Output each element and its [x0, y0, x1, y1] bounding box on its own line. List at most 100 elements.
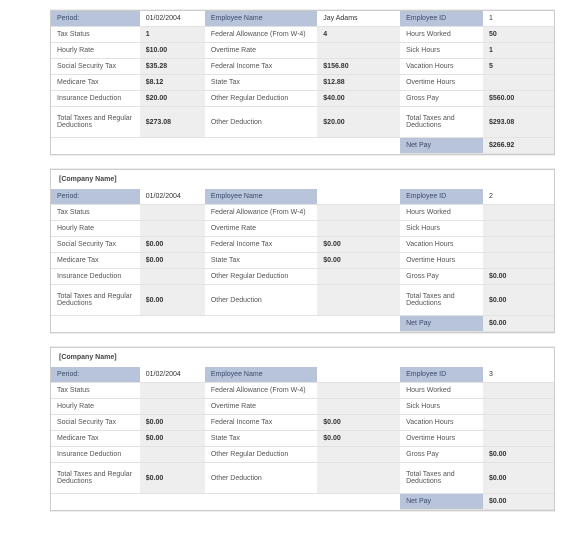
table-row: Medicare Tax $0.00 State Tax $0.00 Overt… — [51, 253, 554, 269]
overtime-rate-label: Overtime Rate — [205, 399, 317, 415]
overtime-hours-value — [483, 431, 554, 447]
fed-income-tax-value: $156.80 — [317, 59, 400, 75]
ins-deduct-label: Insurance Deduction — [51, 91, 140, 107]
table-row: Net Pay $0.00 — [51, 494, 554, 510]
pay-stub-table: Period: 01/02/2004 Employee Name Jay Ada… — [51, 11, 554, 154]
table-row: Total Taxes and Regular Deductions $273.… — [51, 107, 554, 138]
vacation-hours-value — [483, 415, 554, 431]
hours-worked-value — [483, 383, 554, 399]
medicare-tax-label: Medicare Tax — [51, 253, 140, 269]
overtime-rate-value — [317, 399, 400, 415]
table-row: Insurance Deduction $20.00 Other Regular… — [51, 91, 554, 107]
hourly-rate-value — [140, 221, 205, 237]
overtime-rate-value — [317, 221, 400, 237]
gross-pay-label: Gross Pay — [400, 91, 483, 107]
other-deduct-value — [317, 463, 400, 494]
fed-income-tax-label: Federal Income Tax — [205, 59, 317, 75]
tax-status-value — [140, 383, 205, 399]
employee-name-value — [317, 189, 400, 205]
fed-allow-value: 4 — [317, 27, 400, 43]
table-row: Tax Status Federal Allowance (From W-4) … — [51, 383, 554, 399]
state-tax-value: $0.00 — [317, 253, 400, 269]
period-label: Period: — [51, 367, 140, 383]
employee-name-label: Employee Name — [205, 367, 317, 383]
other-deduct-label: Other Deduction — [205, 107, 317, 138]
overtime-rate-value — [317, 43, 400, 59]
fed-allow-label: Federal Allowance (From W-4) — [205, 27, 317, 43]
ss-tax-value: $0.00 — [140, 237, 205, 253]
sick-hours-value — [483, 399, 554, 415]
gross-pay-value: $560.00 — [483, 91, 554, 107]
vacation-hours-value: 5 — [483, 59, 554, 75]
table-row: Medicare Tax $8.12 State Tax $12.88 Over… — [51, 75, 554, 91]
state-tax-value: $0.00 — [317, 431, 400, 447]
other-deduct-value: $20.00 — [317, 107, 400, 138]
vacation-hours-label: Vacation Hours — [400, 59, 483, 75]
other-reg-deduct-label: Other Regular Deduction — [205, 91, 317, 107]
state-tax-label: State Tax — [205, 431, 317, 447]
table-row: Net Pay $0.00 — [51, 316, 554, 332]
page: Period: 01/02/2004 Employee Name Jay Ada… — [0, 0, 585, 555]
employee-id-label: Employee ID — [400, 367, 483, 383]
pay-stub: [Company Name] Period: 01/02/2004 Employ… — [50, 347, 555, 511]
fed-income-tax-value: $0.00 — [317, 415, 400, 431]
total-tax-deduct2-label: Total Taxes and Deductions — [400, 463, 483, 494]
table-row: Period: 01/02/2004 Employee Name Jay Ada… — [51, 11, 554, 27]
pay-stub-table: Period: 01/02/2004 Employee Name Employe… — [51, 367, 554, 510]
spacer — [51, 138, 400, 154]
fed-income-tax-label: Federal Income Tax — [205, 415, 317, 431]
hourly-rate-value — [140, 399, 205, 415]
table-row: Medicare Tax $0.00 State Tax $0.00 Overt… — [51, 431, 554, 447]
other-reg-deduct-value: $40.00 — [317, 91, 400, 107]
state-tax-label: State Tax — [205, 253, 317, 269]
net-pay-label: Net Pay — [400, 316, 483, 332]
tax-status-value: 1 — [140, 27, 205, 43]
tax-status-value — [140, 205, 205, 221]
table-row: Hourly Rate Overtime Rate Sick Hours — [51, 221, 554, 237]
employee-id-value: 2 — [483, 189, 554, 205]
period-value: 01/02/2004 — [140, 11, 205, 27]
table-row: Social Security Tax $0.00 Federal Income… — [51, 237, 554, 253]
other-reg-deduct-value — [317, 269, 400, 285]
table-row: Period: 01/02/2004 Employee Name Employe… — [51, 189, 554, 205]
table-row: Insurance Deduction Other Regular Deduct… — [51, 447, 554, 463]
sick-hours-label: Sick Hours — [400, 221, 483, 237]
gross-pay-label: Gross Pay — [400, 269, 483, 285]
sick-hours-label: Sick Hours — [400, 399, 483, 415]
total-tax-deduct-label: Total Taxes and Regular Deductions — [51, 107, 140, 138]
period-value: 01/02/2004 — [140, 367, 205, 383]
state-tax-label: State Tax — [205, 75, 317, 91]
hourly-rate-value: $10.00 — [140, 43, 205, 59]
hours-worked-label: Hours Worked — [400, 205, 483, 221]
hours-worked-label: Hours Worked — [400, 27, 483, 43]
hours-worked-value: 50 — [483, 27, 554, 43]
period-label: Period: — [51, 11, 140, 27]
vacation-hours-label: Vacation Hours — [400, 237, 483, 253]
ss-tax-label: Social Security Tax — [51, 59, 140, 75]
table-row: Hourly Rate $10.00 Overtime Rate Sick Ho… — [51, 43, 554, 59]
employee-id-value: 1 — [483, 11, 554, 27]
employee-name-value: Jay Adams — [317, 11, 400, 27]
table-row: Social Security Tax $35.28 Federal Incom… — [51, 59, 554, 75]
fed-allow-value — [317, 383, 400, 399]
sick-hours-label: Sick Hours — [400, 43, 483, 59]
period-label: Period: — [51, 189, 140, 205]
ins-deduct-label: Insurance Deduction — [51, 447, 140, 463]
sick-hours-value — [483, 221, 554, 237]
overtime-hours-label: Overtime Hours — [400, 75, 483, 91]
company-name: [Company Name] — [51, 170, 554, 189]
total-tax-deduct-value: $0.00 — [140, 285, 205, 316]
employee-name-value — [317, 367, 400, 383]
ins-deduct-value — [140, 269, 205, 285]
spacer — [51, 494, 400, 510]
table-row: Net Pay $266.92 — [51, 138, 554, 154]
employee-id-label: Employee ID — [400, 189, 483, 205]
hourly-rate-label: Hourly Rate — [51, 43, 140, 59]
employee-id-value: 3 — [483, 367, 554, 383]
hourly-rate-label: Hourly Rate — [51, 221, 140, 237]
total-tax-deduct2-value: $0.00 — [483, 463, 554, 494]
net-pay-value: $0.00 — [483, 494, 554, 510]
overtime-hours-label: Overtime Hours — [400, 253, 483, 269]
gross-pay-label: Gross Pay — [400, 447, 483, 463]
overtime-rate-label: Overtime Rate — [205, 221, 317, 237]
